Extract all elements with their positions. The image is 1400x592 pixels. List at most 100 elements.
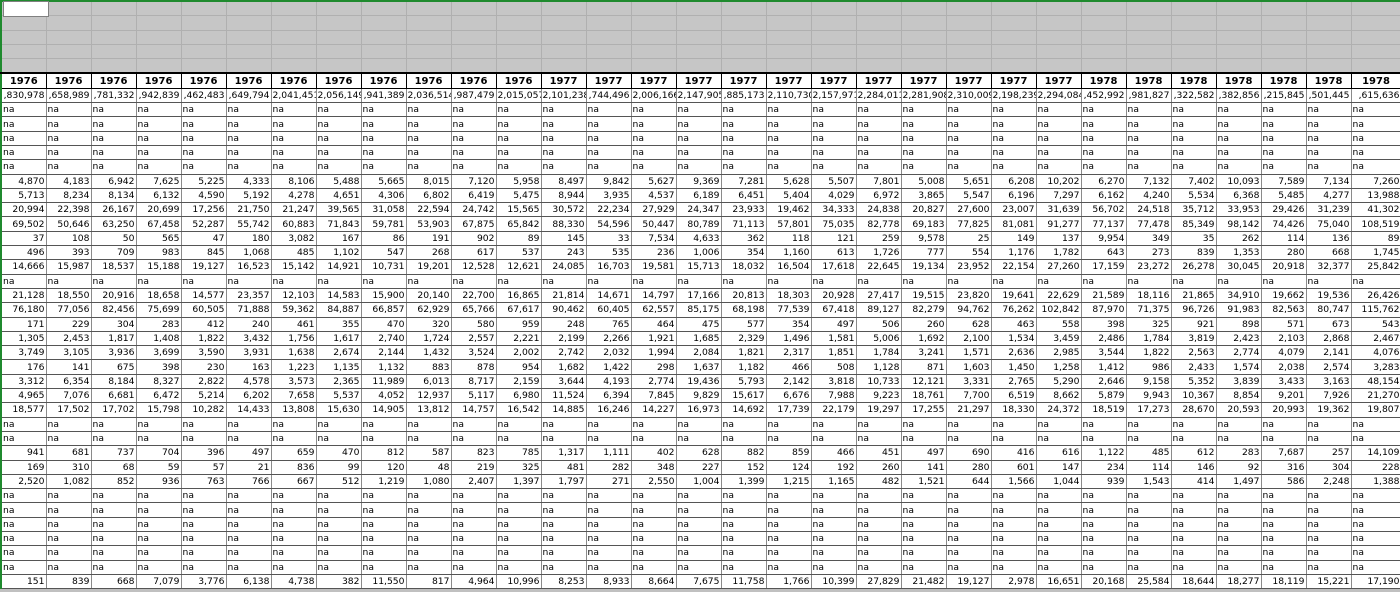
data-cell[interactable]: na [541,488,587,504]
empty-cell[interactable] [586,1,632,17]
data-cell[interactable]: 69,183 [901,216,947,232]
data-cell[interactable]: na [856,145,902,161]
data-cell[interactable]: na [1036,159,1082,175]
year-header-cell[interactable]: 1977 [766,72,812,89]
data-cell[interactable]: na [181,131,227,146]
data-cell[interactable]: 1,128 [856,359,902,375]
data-cell[interactable]: 586 [1261,474,1307,490]
empty-cell[interactable] [1216,1,1262,17]
data-cell[interactable]: na [766,517,812,532]
data-cell[interactable]: na [991,545,1037,561]
data-cell[interactable]: 298 [631,359,677,375]
data-cell[interactable]: na [1216,488,1262,504]
data-cell[interactable]: na [136,431,182,447]
data-cell[interactable]: na [316,131,362,146]
data-cell[interactable]: ,885,173 [721,88,767,104]
year-header-cell[interactable]: 1978 [1171,72,1217,89]
data-cell[interactable]: 67,458 [136,216,182,232]
data-cell[interactable]: na [901,488,947,504]
empty-cell[interactable] [271,15,317,31]
data-cell[interactable]: na [271,431,317,447]
data-cell[interactable]: 2,550 [631,474,677,490]
data-cell[interactable]: 5,958 [496,174,542,189]
empty-cell[interactable] [541,44,587,60]
data-cell[interactable]: 2,221 [496,331,542,347]
data-cell[interactable]: ,942,839 [136,88,182,104]
empty-cell[interactable] [1306,44,1352,60]
data-cell[interactable]: na [1261,488,1307,504]
data-cell[interactable]: 2,101,238 [541,88,587,104]
data-cell[interactable]: 3,432 [226,331,272,347]
data-cell[interactable]: 60,505 [181,302,227,318]
data-cell[interactable]: na [1306,116,1352,132]
data-cell[interactable]: 402 [631,445,677,461]
empty-cell[interactable] [496,44,542,60]
data-cell[interactable]: na [46,145,92,161]
data-cell[interactable]: na [1,517,47,532]
data-cell[interactable]: 13,988 [1351,188,1400,204]
data-cell[interactable]: 69,502 [1,216,47,232]
data-cell[interactable]: na [451,131,497,146]
data-cell[interactable]: 94,762 [946,302,992,318]
data-cell[interactable]: na [406,145,452,161]
data-cell[interactable]: na [1261,116,1307,132]
data-cell[interactable]: 124 [766,460,812,475]
empty-cell[interactable] [1126,30,1172,45]
data-cell[interactable]: na [901,560,947,575]
data-cell[interactable]: na [1,159,47,175]
data-cell[interactable]: na [766,131,812,146]
data-cell[interactable]: 18,577 [1,402,47,418]
data-cell[interactable]: 6,208 [991,174,1037,189]
data-cell[interactable]: 9,829 [676,388,722,404]
data-cell[interactable]: na [316,517,362,532]
data-cell[interactable]: na [721,517,767,532]
data-cell[interactable]: 81,081 [991,216,1037,232]
data-cell[interactable]: 20,813 [721,288,767,304]
data-cell[interactable]: 9,201 [1261,388,1307,404]
data-cell[interactable]: na [361,502,407,518]
data-cell[interactable]: na [1216,417,1262,432]
data-cell[interactable]: ,615,636 [1351,88,1400,104]
data-cell[interactable]: 167 [316,231,362,247]
data-cell[interactable]: na [631,131,677,146]
data-cell[interactable]: na [856,545,902,561]
data-cell[interactable]: na [1351,145,1400,161]
data-cell[interactable]: 23,357 [226,288,272,304]
year-header-cell[interactable]: 1976 [1,72,47,89]
data-cell[interactable]: 20,699 [136,202,182,218]
data-cell[interactable]: na [136,545,182,561]
data-cell[interactable]: na [1306,145,1352,161]
data-cell[interactable]: 4,965 [1,388,47,404]
data-cell[interactable]: 845 [181,245,227,261]
empty-cell[interactable] [991,44,1037,60]
data-cell[interactable]: 90,462 [541,302,587,318]
data-cell[interactable]: 9,578 [901,231,947,247]
data-cell[interactable]: 5,507 [811,174,857,189]
data-cell[interactable]: 986 [1126,359,1172,375]
data-cell[interactable]: na [361,102,407,118]
data-cell[interactable]: 6,419 [451,188,497,204]
data-cell[interactable]: 2,365 [316,374,362,390]
data-cell[interactable]: 15,630 [316,402,362,418]
data-cell[interactable]: na [766,145,812,161]
year-header-cell[interactable]: 1977 [946,72,992,89]
data-cell[interactable]: na [1081,545,1127,561]
data-cell[interactable]: 18,658 [136,288,182,304]
data-cell[interactable]: 878 [451,359,497,375]
data-cell[interactable]: na [676,417,722,432]
data-cell[interactable]: 17,273 [1126,402,1172,418]
data-cell[interactable]: 7,079 [136,574,182,590]
data-cell[interactable]: 20,994 [1,202,47,218]
data-cell[interactable]: 836 [271,460,317,475]
data-cell[interactable]: na [1081,531,1127,547]
data-cell[interactable]: na [1081,116,1127,132]
data-cell[interactable]: na [451,102,497,118]
empty-cell[interactable] [361,44,407,60]
data-cell[interactable]: 59,362 [271,302,317,318]
data-cell[interactable]: na [541,431,587,447]
data-cell[interactable]: 565 [136,231,182,247]
data-cell[interactable]: na [856,531,902,547]
data-cell[interactable]: na [361,488,407,504]
data-cell[interactable]: na [1171,102,1217,118]
data-cell[interactable]: 15,142 [271,259,317,275]
